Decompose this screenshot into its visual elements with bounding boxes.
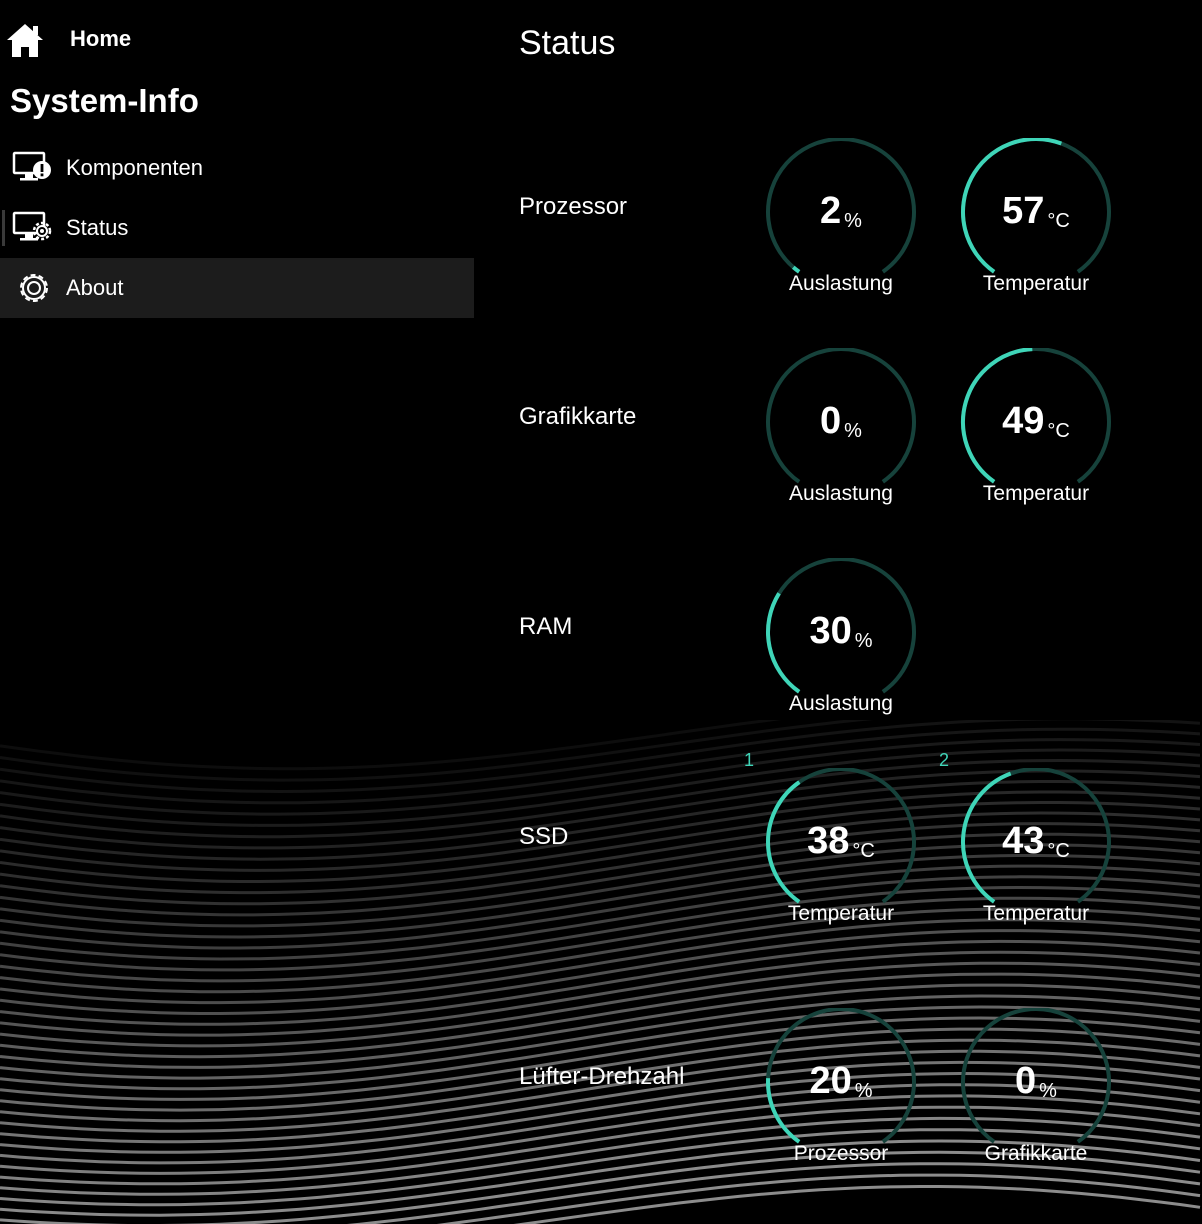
gauge-unit: %: [854, 1080, 873, 1102]
row-label-ram: RAM: [519, 613, 573, 640]
ram-load-gauge: 30% Auslastung: [761, 558, 921, 728]
status-page: Status Prozessor 2% Auslastung 57 °C Temp…: [474, 0, 1202, 1224]
sidebar-item-label: Komponenten: [66, 155, 203, 180]
gpu-load-gauge: 0% Auslastung: [761, 348, 921, 518]
gauge-unit: %: [1039, 1080, 1057, 1102]
gauge-caption: Temperatur: [787, 902, 895, 925]
ssd2-temp-gauge: 43 °C Temperatur: [956, 768, 1116, 938]
gpu-fan-gauge: 0% Grafikkarte: [956, 1008, 1116, 1178]
gauge-caption: Auslastung: [789, 482, 893, 505]
gauge-value: 38: [807, 820, 850, 862]
gauge-caption: Auslastung: [789, 272, 893, 295]
gauge-unit: °C: [852, 840, 875, 862]
gauge-caption: Grafikkarte: [984, 1142, 1088, 1165]
cpu-fan-gauge: 20% Prozessor: [761, 1008, 921, 1178]
sidebar-item-komponenten[interactable]: Komponenten: [0, 138, 474, 198]
gauge-value: 0: [1015, 1060, 1037, 1102]
monitor-gear-icon: [12, 210, 54, 246]
gauge-value: 49: [1002, 400, 1045, 442]
disk-index-label: 2: [939, 750, 950, 770]
app-title: System-Info: [10, 82, 199, 119]
sidebar-item-label: About: [66, 275, 124, 300]
row-label-grafikkarte: Grafikkarte: [519, 403, 637, 430]
gpu-temp-gauge: 49 °C Temperatur: [956, 348, 1116, 518]
gauge-value: 30: [809, 610, 852, 652]
sidebar-item-status[interactable]: Status: [0, 198, 474, 258]
page-title: Status: [519, 24, 616, 62]
active-indicator: [2, 210, 5, 246]
gauge-caption: Temperatur: [982, 272, 1090, 295]
gauge-value: 43: [1002, 820, 1045, 862]
row-label-prozessor: Prozessor: [519, 193, 628, 220]
sidebar-item-about[interactable]: About: [0, 258, 474, 318]
row-label-fan-speed: Lüfter-Drehzahl: [519, 1063, 685, 1090]
disk-index-label: 1: [744, 750, 755, 770]
gauge-caption: Auslastung: [789, 692, 893, 715]
gauge-unit: °C: [1047, 840, 1070, 862]
gauge-unit: %: [854, 630, 873, 652]
row-label-ssd: SSD: [519, 823, 569, 850]
sidebar: Home System-Info Komponenten Status Abou…: [0, 0, 474, 1224]
gauge-value: 20: [809, 1060, 852, 1102]
monitor-info-icon: [12, 150, 54, 186]
gauge-unit: %: [844, 210, 862, 232]
cpu-load-gauge: 2% Auslastung: [761, 138, 921, 308]
gauge-value: 2: [820, 190, 842, 232]
gauge-caption: Temperatur: [982, 482, 1090, 505]
gauge-unit: °C: [1047, 210, 1070, 232]
gauge-caption: Prozessor: [793, 1142, 889, 1165]
gauge-unit: °C: [1047, 420, 1070, 442]
gear-icon: [12, 270, 54, 306]
home-label: Home: [70, 26, 132, 51]
gauge-value: 57: [1002, 190, 1045, 232]
sidebar-item-label: Status: [66, 215, 129, 240]
ssd1-temp-gauge: 38 °C Temperatur: [761, 768, 921, 938]
cpu-temp-gauge: 57 °C Temperatur: [956, 138, 1116, 308]
gauge-caption: Temperatur: [982, 902, 1090, 925]
home-icon: [4, 20, 46, 60]
gauge-unit: %: [844, 420, 862, 442]
gauge-value: 0: [820, 400, 842, 442]
